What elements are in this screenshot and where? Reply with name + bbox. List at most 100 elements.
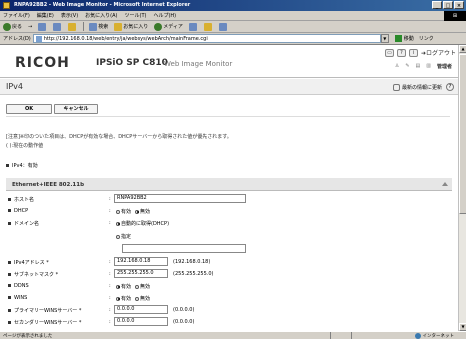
url-input[interactable]: http://192.168.0.18/web/entry/ja/websys/… [32,34,381,43]
domain-auto-radio[interactable]: 自動的に取得(DHCP) [116,220,173,227]
star-icon [114,22,123,31]
dhcp-label: DHCP [8,208,28,214]
host-name-input[interactable]: RNPA92BB2 [114,194,246,203]
address-bar: アドレス(D) http://192.168.0.18/web/entry/ja… [0,33,466,45]
globe-icon [414,332,421,339]
refresh-link[interactable]: 最新の情報に更新 [392,84,442,91]
menu-tools[interactable]: ツール(T) [125,12,147,19]
vertical-scrollbar[interactable]: ▲ ▼ [458,45,466,331]
domain-manual-radio[interactable]: 指定 [116,233,135,240]
mail-icon [203,22,212,31]
favorites-button[interactable]: お気に入り [114,22,148,31]
scroll-up-icon[interactable]: ▲ [459,45,466,53]
window-icon[interactable]: ▭ [384,48,394,57]
status-text: ページが表示されました [3,333,53,339]
scroll-thumb[interactable] [459,54,466,214]
divider [6,116,450,117]
secondary-wins-label: セカンダリーWINSサーバー * [8,319,81,326]
ipv4-address-label: IPv4アドレス * [8,259,49,266]
menu-favorites[interactable]: お気に入り(A) [85,12,117,19]
scroll-down-icon[interactable]: ▼ [459,323,466,331]
menu-view[interactable]: 表示(V) [61,12,78,19]
current-value-note: ( ):現在の動作値 [6,143,44,149]
toolbar-divider [83,22,85,31]
radio-icon [116,296,120,301]
wins-off-radio[interactable]: 無効 [135,295,150,302]
user-icon: ♙ [394,63,400,69]
colon: : [109,307,111,313]
minimize-button[interactable]: _ [432,1,442,9]
ok-button[interactable]: OK [6,104,52,114]
collapse-icon[interactable] [442,182,448,186]
browser-toolbar: 戻る → 検索 お気に入り メディア [0,21,466,33]
wim-header: RICOH IPSiO SP C810 Web Image Monitor ▭ … [0,45,458,78]
status-bar: ページが表示されました インターネット [0,331,466,339]
colon: : [109,259,111,265]
bullet-icon [8,321,11,324]
domain-input[interactable] [122,244,246,253]
dhcp-on-radio[interactable]: 有効 [116,208,131,215]
maximize-button[interactable]: □ [443,1,453,9]
ddns-off-radio[interactable]: 無効 [135,283,150,290]
page-icon [35,36,42,42]
dhcp-off-radio[interactable]: 無効 [135,208,150,215]
colon: : [109,220,111,226]
back-button[interactable]: 戻る [3,22,22,31]
admin-label: 管理者 [436,64,452,70]
refresh-page-icon [392,84,400,91]
ipv4-address-input[interactable]: 192.168.0.18 [114,257,168,266]
media-button[interactable]: メディア [154,22,183,31]
colon: : [109,295,111,301]
wins-on-radio[interactable]: 有効 [116,295,131,302]
ipv4-status: IPv4：有効 [6,162,38,169]
search-button[interactable]: 検索 [89,22,108,31]
subnet-mask-label: サブネットマスク * [8,271,58,278]
secondary-wins-input[interactable]: 0.0.0.0 [114,317,168,326]
dhcp-radio-group: 有効 無効 [116,208,154,215]
bullet-icon [8,284,11,287]
colon: : [109,196,111,202]
radio-icon [116,221,120,226]
history-button[interactable] [188,22,198,31]
bullet-icon [6,164,9,167]
subnet-mask-input[interactable]: 255.255.255.0 [114,269,168,278]
ddns-on-radio[interactable]: 有効 [116,283,131,290]
primary-wins-current: (0.0.0.0) [173,307,195,313]
page-help-icon[interactable]: ? [446,83,454,91]
section-title: Ethernet+IEEE 802.11b [12,182,85,188]
refresh-browser-button[interactable] [53,22,62,31]
dhcp-note: [注意]※印のついた項目は、DHCPが有効な場合、DHCPサーバーから取得された… [6,134,232,140]
logout-link[interactable]: ➜ログアウト [421,48,456,57]
title-row: IPv4 最新の情報に更新 ? [0,79,458,95]
radio-icon [116,284,120,289]
bullet-icon [8,198,11,201]
wins-label: WINS [8,295,27,301]
domain-label: ドメイン名 [8,220,39,227]
go-button[interactable]: 移動 [394,35,414,42]
info-icon[interactable]: i [408,48,418,57]
stop-button[interactable] [38,22,47,31]
bullet-icon [8,222,11,225]
forward-button[interactable]: → [28,24,32,30]
print-icon [218,22,227,31]
cancel-button[interactable]: キャンセル [54,104,98,114]
print-button[interactable] [218,22,228,31]
radio-icon [135,296,140,301]
mail-button[interactable] [203,22,213,31]
page-content: RICOH IPSiO SP C810 Web Image Monitor ▭ … [0,45,458,331]
bullet-icon [8,309,11,312]
ddns-label: DDNS [8,283,29,289]
primary-wins-input[interactable]: 0.0.0.0 [114,305,168,314]
close-button[interactable]: × [454,1,464,9]
url-text: http://192.168.0.18/web/entry/ja/websys/… [43,36,208,42]
primary-wins-label: プライマリーWINSサーバー * [8,307,81,314]
product-name: Web Image Monitor [164,60,233,68]
menu-file[interactable]: ファイル(F) [3,12,30,19]
links-button[interactable]: リンク [419,35,434,42]
menu-edit[interactable]: 編集(E) [37,12,54,19]
menu-help[interactable]: ヘルプ(H) [153,12,176,19]
home-button[interactable] [68,22,77,31]
help-icon[interactable]: ? [396,48,406,57]
secondary-wins-current: (0.0.0.0) [173,319,195,325]
address-dropdown[interactable]: ▼ [380,34,389,43]
